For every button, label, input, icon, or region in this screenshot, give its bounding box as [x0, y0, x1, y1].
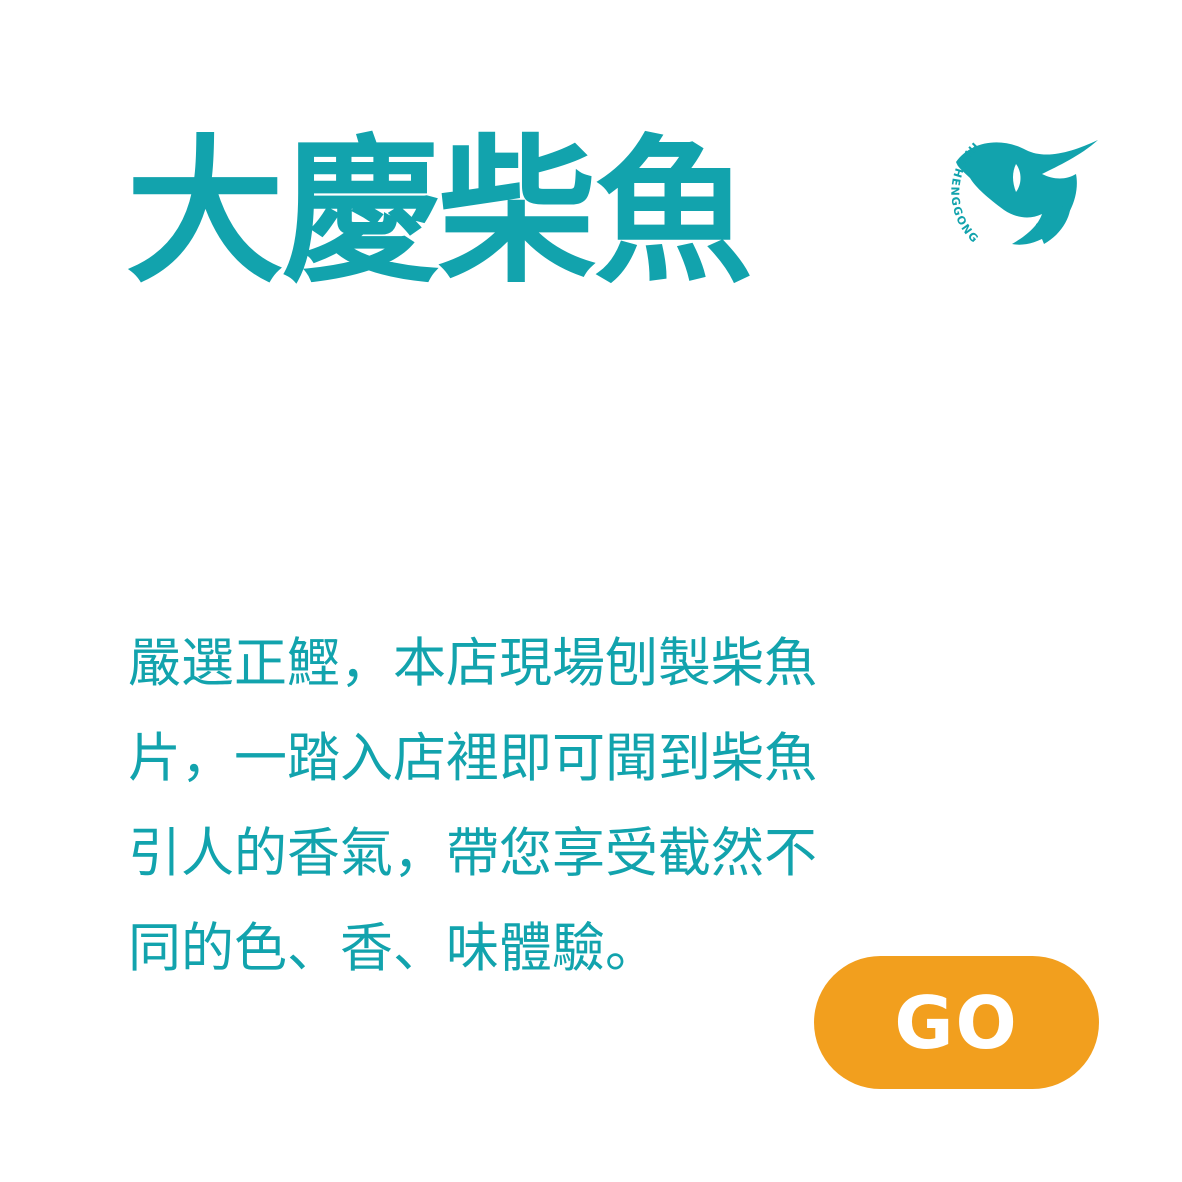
description-text: 嚴選正鰹，本店現場刨製柴魚 片，一踏入店裡即可聞到柴魚 引人的香氣，帶您享受截然…: [128, 633, 817, 979]
go-button-label: GO: [894, 980, 1019, 1065]
go-button[interactable]: GO: [814, 956, 1099, 1089]
bonito-fish-logo-icon: HI CHENGGONG: [948, 140, 1098, 246]
page-title: 大慶柴魚: [126, 121, 752, 305]
